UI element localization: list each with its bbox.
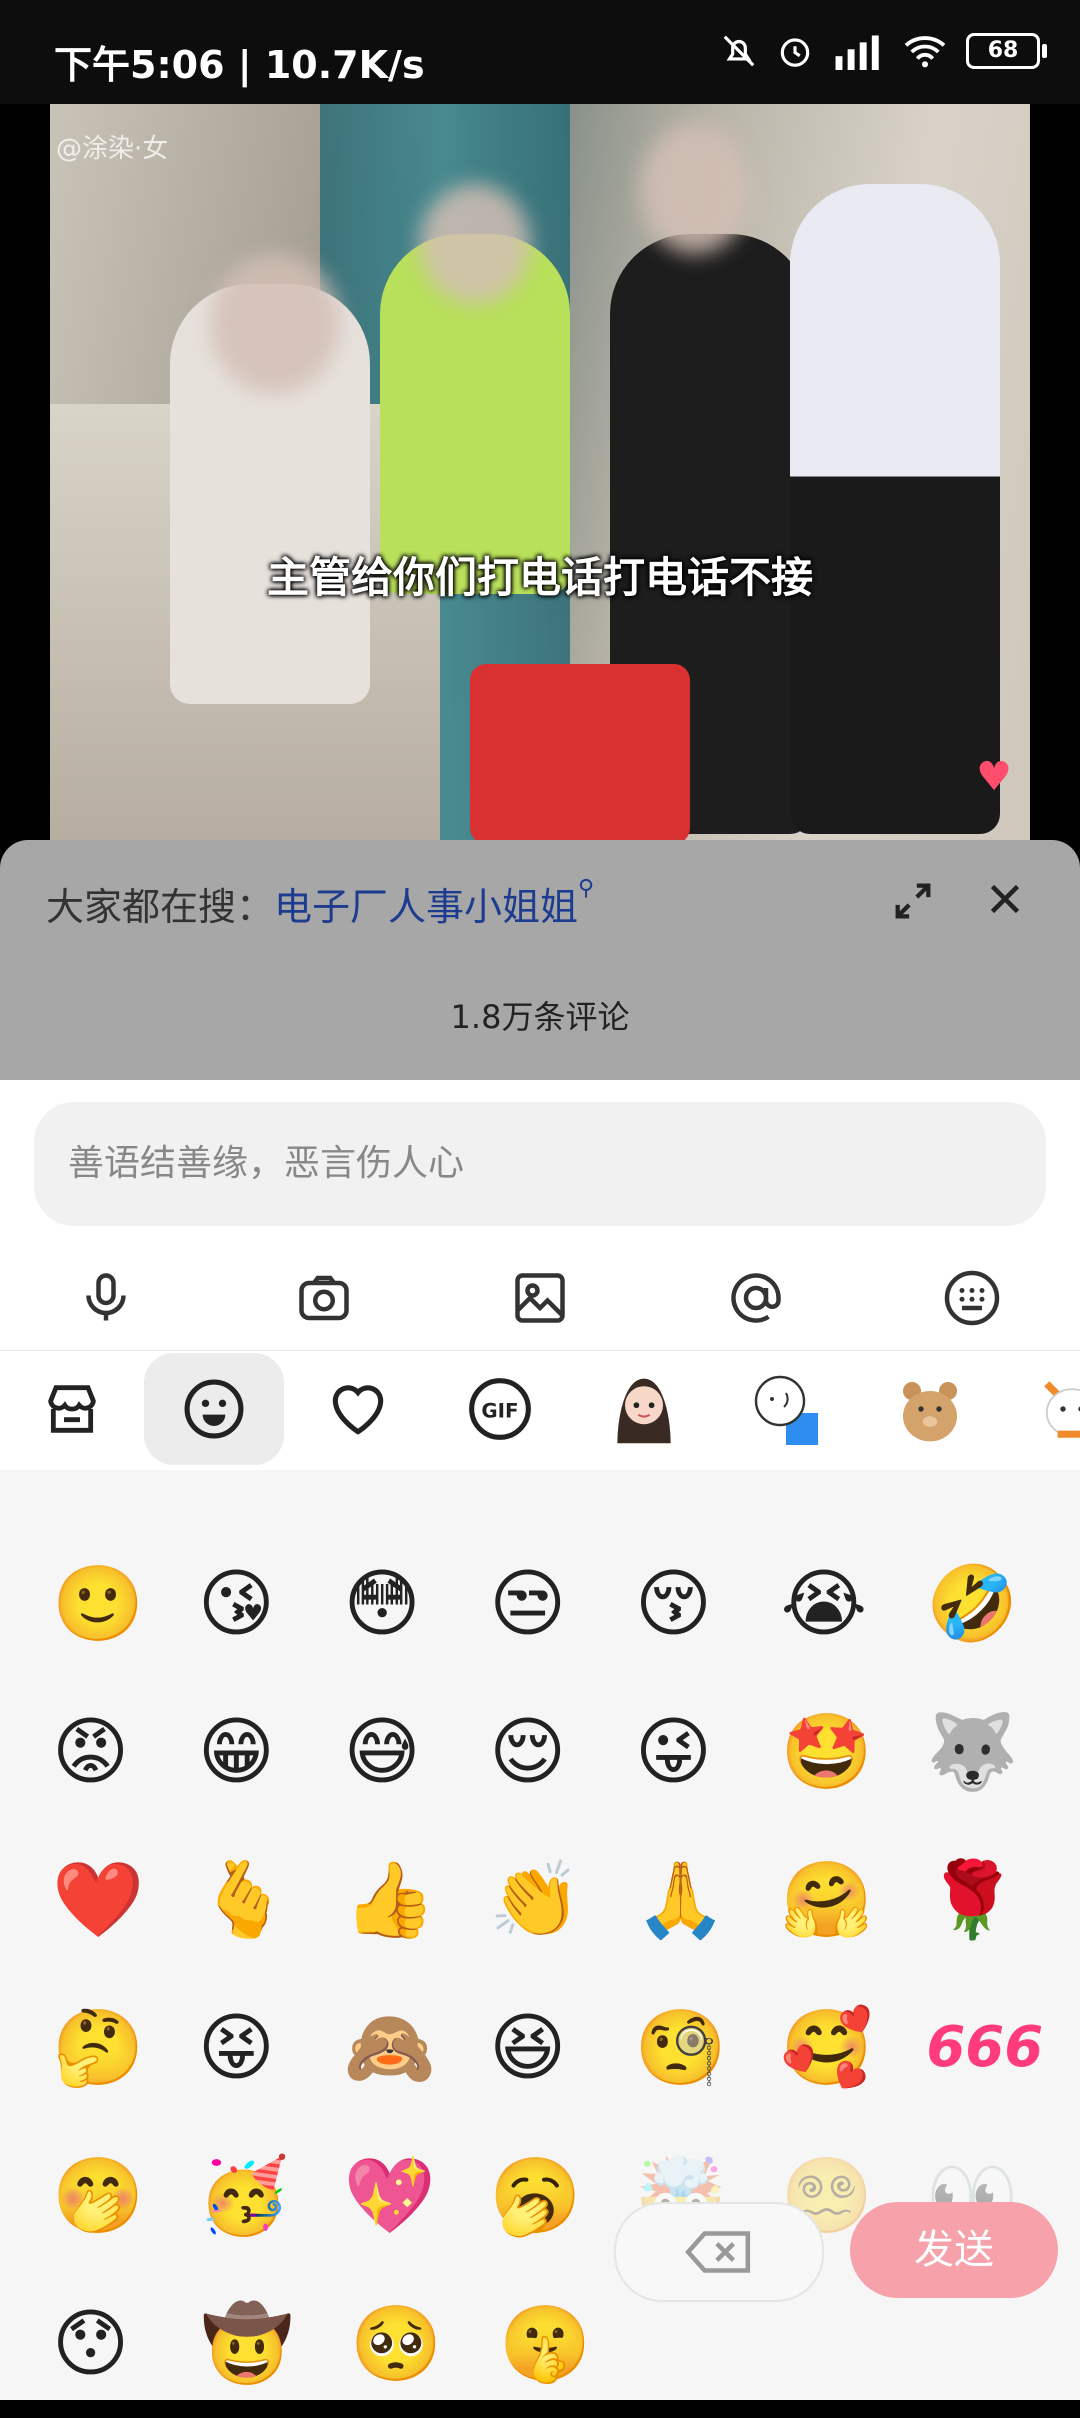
mic-icon[interactable] bbox=[76, 1268, 136, 1328]
video-frame[interactable]: @涂染·女 主管给你们打电话打电话不接 ♥ bbox=[50, 104, 1030, 840]
emoji-item[interactable]: 🤩 bbox=[769, 1678, 915, 1826]
emoji-item[interactable]: ❤️ bbox=[40, 1826, 186, 1974]
status-bar: 下午5:06 | 10.7K/s 68 bbox=[0, 0, 1080, 104]
video-player[interactable]: @涂染·女 主管给你们打电话打电话不接 ♥ bbox=[0, 104, 1080, 840]
emoji-item[interactable]: 🥳 bbox=[186, 2122, 332, 2270]
emoji-item[interactable]: 🙈 bbox=[331, 1974, 477, 2122]
emoji-item[interactable]: 😌 bbox=[477, 1678, 623, 1826]
emoji-item[interactable]: 😜 bbox=[623, 1678, 769, 1826]
video-stool bbox=[470, 664, 690, 840]
emoji-item[interactable]: 😚 bbox=[623, 1530, 769, 1678]
status-icons: 68 bbox=[720, 32, 1047, 70]
emoji-item[interactable]: 😆 bbox=[477, 1974, 623, 2122]
emoji-item[interactable]: 🫰 bbox=[186, 1826, 332, 1974]
emoji-item[interactable]: 😒 bbox=[477, 1530, 623, 1678]
emoji-item[interactable]: 🤔 bbox=[40, 1974, 186, 2122]
emoji-item[interactable]: 666 bbox=[914, 1974, 1060, 2122]
comment-count: 1.8万条评论 bbox=[450, 998, 630, 1036]
emoji-item[interactable]: 😅 bbox=[331, 1678, 477, 1826]
doodle-sticker-icon bbox=[754, 1375, 818, 1445]
backspace-icon bbox=[685, 2231, 751, 2273]
emoji-item[interactable]: 😁 bbox=[186, 1678, 332, 1826]
wifi-icon bbox=[904, 36, 946, 68]
emoji-item[interactable]: 👏 bbox=[477, 1826, 623, 1974]
expand-icon[interactable] bbox=[890, 878, 936, 924]
camera-icon[interactable] bbox=[294, 1268, 354, 1328]
keyboard-icon[interactable] bbox=[942, 1268, 1002, 1328]
face-blur bbox=[640, 124, 750, 254]
emoji-item[interactable]: 😯 bbox=[40, 2270, 189, 2418]
hot-search[interactable]: 大家都在搜：电子厂人事小姐姐⚲ bbox=[46, 876, 594, 931]
emoji-item[interactable]: 🤣 bbox=[914, 1530, 1060, 1678]
emoji-item[interactable]: 😳 bbox=[331, 1530, 477, 1678]
bear-sticker-icon bbox=[903, 1382, 957, 1442]
emoji-item[interactable]: 🤠 bbox=[189, 2270, 338, 2418]
store-icon bbox=[48, 1385, 96, 1433]
hot-search-term[interactable]: 电子厂人事小姐姐 bbox=[274, 885, 578, 929]
tab-avatar-sticker[interactable] bbox=[574, 1353, 714, 1465]
video-subtitle: 主管给你们打电话打电话不接 bbox=[266, 553, 813, 602]
comment-input-area: 善语结善缘，恶言伤人心 bbox=[0, 1080, 1080, 1350]
face-blur bbox=[210, 254, 340, 394]
emoji-item[interactable]: 🙂 bbox=[40, 1530, 186, 1678]
emoji-item[interactable]: 🥺 bbox=[338, 2270, 487, 2418]
heart-icon bbox=[332, 1385, 384, 1435]
search-icon: ⚲ bbox=[578, 876, 595, 901]
emoji-row: 😡 😁 😅 😌 😜 🤩 🐺 bbox=[40, 1678, 1060, 1826]
avatar-sticker-icon bbox=[617, 1378, 671, 1444]
send-button[interactable]: 发送 bbox=[850, 2202, 1058, 2298]
emoji-row: ❤️ 🫰 👍 👏 🙏 🤗 🌹 bbox=[40, 1826, 1060, 1974]
video-watermark: @涂染·女 bbox=[56, 134, 169, 164]
emoji-row: 🙂 😘 😳 😒 😚 😭 🤣 bbox=[40, 1530, 1060, 1678]
emoji-item[interactable]: 🤭 bbox=[40, 2122, 186, 2270]
emoji-item[interactable]: 🐺 bbox=[914, 1678, 1060, 1826]
at-icon[interactable] bbox=[726, 1268, 786, 1328]
emoji-item[interactable]: 😘 bbox=[186, 1530, 332, 1678]
emoji-item[interactable]: 🥱 bbox=[477, 2122, 623, 2270]
video-person bbox=[790, 184, 1000, 834]
emoji-item[interactable]: 💖 bbox=[331, 2122, 477, 2270]
image-icon[interactable] bbox=[510, 1268, 570, 1328]
emoji-item[interactable]: 😡 bbox=[40, 1678, 186, 1826]
comment-input[interactable]: 善语结善缘，恶言伤人心 bbox=[34, 1102, 1046, 1226]
tab-emoji[interactable] bbox=[144, 1353, 284, 1465]
tab-favorites[interactable] bbox=[288, 1353, 428, 1465]
tab-gif[interactable]: GIF bbox=[430, 1353, 570, 1465]
like-hearts-icon: ♥ bbox=[976, 754, 1012, 800]
emoji-item[interactable]: 🧐 bbox=[623, 1974, 769, 2122]
emoji-row: 🤔 😝 🙈 😆 🧐 🥰 666 bbox=[40, 1974, 1060, 2122]
input-toolbar bbox=[0, 1260, 1080, 1340]
emoji-item[interactable]: 🤗 bbox=[769, 1826, 915, 1974]
tab-dog-sticker[interactable] bbox=[1002, 1353, 1080, 1465]
alarm-icon bbox=[780, 38, 810, 67]
battery-indicator: 68 bbox=[966, 33, 1047, 69]
gif-icon: GIF bbox=[469, 1378, 531, 1440]
svg-text:GIF: GIF bbox=[481, 1400, 518, 1423]
tab-store[interactable] bbox=[2, 1353, 142, 1465]
status-time: 下午5:06 | 10.7K/s bbox=[54, 43, 425, 87]
emoji-tab-bar: GIF bbox=[0, 1350, 1080, 1471]
emoji-item[interactable]: 🤫 bbox=[487, 2270, 636, 2418]
hot-search-label: 大家都在搜： bbox=[46, 885, 275, 929]
emoji-item[interactable]: 👍 bbox=[331, 1826, 477, 1974]
backspace-button[interactable] bbox=[614, 2202, 824, 2302]
close-icon[interactable] bbox=[980, 874, 1030, 924]
dog-sticker-icon bbox=[1044, 1381, 1080, 1438]
tab-doodle-sticker[interactable] bbox=[716, 1353, 856, 1465]
emoji-item[interactable]: 😭 bbox=[769, 1530, 915, 1678]
emoji-item[interactable]: 🌹 bbox=[914, 1826, 1060, 1974]
signal-icon bbox=[835, 35, 879, 70]
comment-sheet-header: 大家都在搜：电子厂人事小姐姐⚲ 1.8万条评论 bbox=[0, 840, 1080, 1080]
smiley-icon bbox=[184, 1379, 244, 1439]
face-blur bbox=[420, 184, 530, 304]
emoji-item[interactable]: 😝 bbox=[186, 1974, 332, 2122]
tab-bear-sticker[interactable] bbox=[860, 1353, 1000, 1465]
emoji-item[interactable]: 🙏 bbox=[623, 1826, 769, 1974]
mute-bell-icon bbox=[723, 35, 755, 67]
emoji-item[interactable]: 🥰 bbox=[769, 1974, 915, 2122]
